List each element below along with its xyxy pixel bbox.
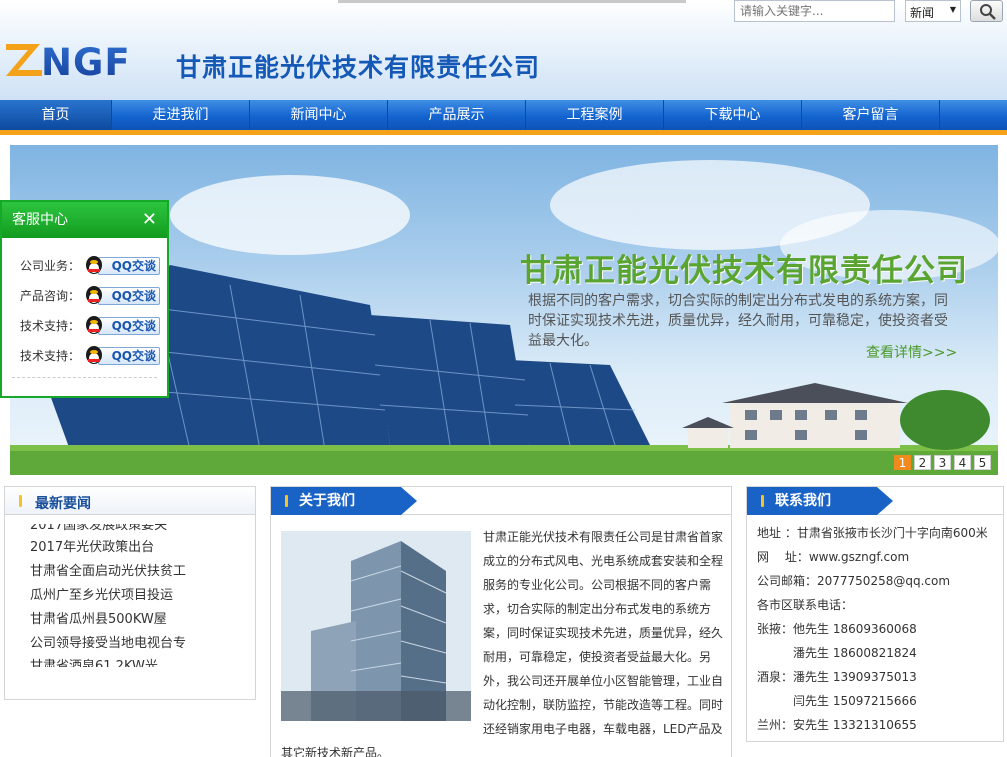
contact-email[interactable]: 公司邮箱：2077750258@qq.com	[757, 569, 950, 593]
news-item[interactable]: 甘肃省全面启动光伏扶贫工	[30, 560, 186, 584]
qq-chat-button[interactable]: QQ交谈	[82, 312, 160, 336]
nav-news[interactable]: 新闻中心	[250, 100, 388, 130]
search-input[interactable]	[734, 0, 895, 22]
qq-chat-button[interactable]: QQ交谈	[82, 282, 160, 306]
service-header: 客服中心 ✕	[2, 202, 167, 238]
nav-products[interactable]: 产品展示	[388, 100, 526, 130]
contact-phones-heading: 各市区联系电话：	[757, 598, 854, 612]
nav-about[interactable]: 走进我们	[112, 100, 250, 130]
about-panel-header: 关于我们	[271, 487, 731, 515]
qq-chat-label: QQ交谈	[98, 317, 160, 335]
banner-page-5[interactable]: 5	[974, 455, 991, 470]
section-marker	[19, 495, 22, 507]
search-button[interactable]	[970, 0, 1003, 22]
news-item[interactable]: 2017年光伏政策出台	[30, 536, 154, 560]
news-panel-title: 最新要闻	[35, 496, 91, 512]
contact-website[interactable]: 网 址：www.gszngf.com	[757, 545, 909, 569]
contact-panel-header: 联系我们	[747, 487, 1003, 515]
zngf-logo: NGF	[6, 41, 131, 80]
service-title: 客服中心	[12, 212, 68, 228]
news-scroll-list: 2017国家发展政策要关 2017年光伏政策出台 甘肃省全面启动光伏扶贫工 瓜州…	[5, 524, 255, 667]
service-row-label: 技术支持：	[20, 349, 81, 363]
company-title: 甘肃正能光伏技术有限责任公司	[176, 53, 541, 82]
section-marker	[285, 495, 288, 507]
contact-phone: 潘先生 18600821824	[757, 646, 917, 660]
contact-phone: 闫先生 15097215666	[757, 694, 917, 708]
main-nav: 首页 走进我们 新闻中心 产品展示 工程案例 下载中心 客户留言	[0, 100, 1007, 130]
nav-messages[interactable]: 客户留言	[802, 100, 940, 130]
banner-page-4[interactable]: 4	[954, 455, 971, 470]
news-panel: 最新要闻 2017国家发展政策要关 2017年光伏政策出台 甘肃省全面启动光伏扶…	[4, 486, 256, 700]
news-item[interactable]: 瓜州广至乡光伏项目投运	[30, 584, 173, 608]
service-row-label: 公司业务：	[20, 259, 81, 273]
qq-penguin-icon	[86, 316, 102, 334]
qq-chat-button[interactable]: QQ交谈	[82, 342, 160, 366]
about-tab: 关于我们	[271, 487, 421, 515]
contact-phone: 酒泉：潘先生 13909375013	[757, 670, 917, 684]
service-divider	[12, 377, 157, 378]
qq-chat-label: QQ交谈	[98, 257, 160, 275]
contact-phone: 张掖：他先生 18609360068	[757, 622, 917, 636]
banner-title: 甘肃正能光伏技术有限责任公司	[520, 253, 968, 289]
nav-accent-bar	[0, 130, 1007, 135]
logo-text: NGF	[41, 41, 131, 80]
about-text-block: 甘肃正能光伏技术有限责任公司是甘肃省首家成立的分布式风电、光电系统成套安装和全程…	[281, 525, 731, 757]
nav-cases[interactable]: 工程案例	[526, 100, 664, 130]
news-item[interactable]: 公司领导接受当地电视台专	[30, 632, 186, 656]
banner-page-1[interactable]: 1	[894, 455, 911, 470]
news-item[interactable]: 甘肃省瓜州县500KW屋	[30, 608, 167, 632]
about-panel-title: 关于我们	[299, 493, 355, 509]
news-item[interactable]: 甘肃省酒泉61.2KW光	[30, 655, 158, 667]
qq-penguin-icon	[86, 346, 102, 364]
search-category-select[interactable]: 新闻 ▼	[905, 0, 961, 22]
search-icon	[980, 4, 996, 20]
section-marker	[761, 495, 764, 507]
banner-more-link[interactable]: 查看详情>>>	[866, 342, 957, 362]
qq-chat-label: QQ交谈	[98, 287, 160, 305]
top-strip	[338, 0, 686, 3]
chevron-down-icon: ▼	[949, 5, 956, 14]
contact-phone: 兰州：安先生 13321310655	[757, 718, 917, 732]
nav-home[interactable]: 首页	[0, 100, 112, 130]
company-building-image	[281, 531, 471, 721]
qq-chat-label: QQ交谈	[98, 347, 160, 365]
service-row-label: 产品咨询：	[20, 289, 81, 303]
search-category-value: 新闻	[910, 6, 935, 20]
banner-page-2[interactable]: 2	[914, 455, 931, 470]
qq-penguin-icon	[86, 286, 102, 304]
news-panel-header: 最新要闻	[5, 487, 255, 515]
service-row-label: 技术支持：	[20, 319, 81, 333]
banner-page-3[interactable]: 3	[934, 455, 951, 470]
about-panel: 关于我们 甘肃正能光伏技术有限责任公司是甘肃省首家成立的分布式风电、光电系统成套…	[270, 486, 732, 757]
qq-penguin-icon	[86, 256, 102, 274]
contact-address: 地址 ：甘肃省张掖市长沙门十字向南600米	[757, 526, 988, 540]
qq-chat-button[interactable]: QQ交谈	[82, 252, 160, 276]
contact-panel: 联系我们 地址 ：甘肃省张掖市长沙门十字向南600米 网 址：www.gszng…	[746, 486, 1004, 742]
nav-downloads[interactable]: 下载中心	[664, 100, 802, 130]
customer-service-panel: 客服中心 ✕ 公司业务： QQ交谈 产品咨询： QQ交谈 技术支持： QQ交谈 …	[0, 200, 169, 398]
contact-panel-title: 联系我们	[775, 493, 831, 509]
contact-tab: 联系我们	[747, 487, 897, 515]
close-icon[interactable]: ✕	[142, 202, 157, 238]
